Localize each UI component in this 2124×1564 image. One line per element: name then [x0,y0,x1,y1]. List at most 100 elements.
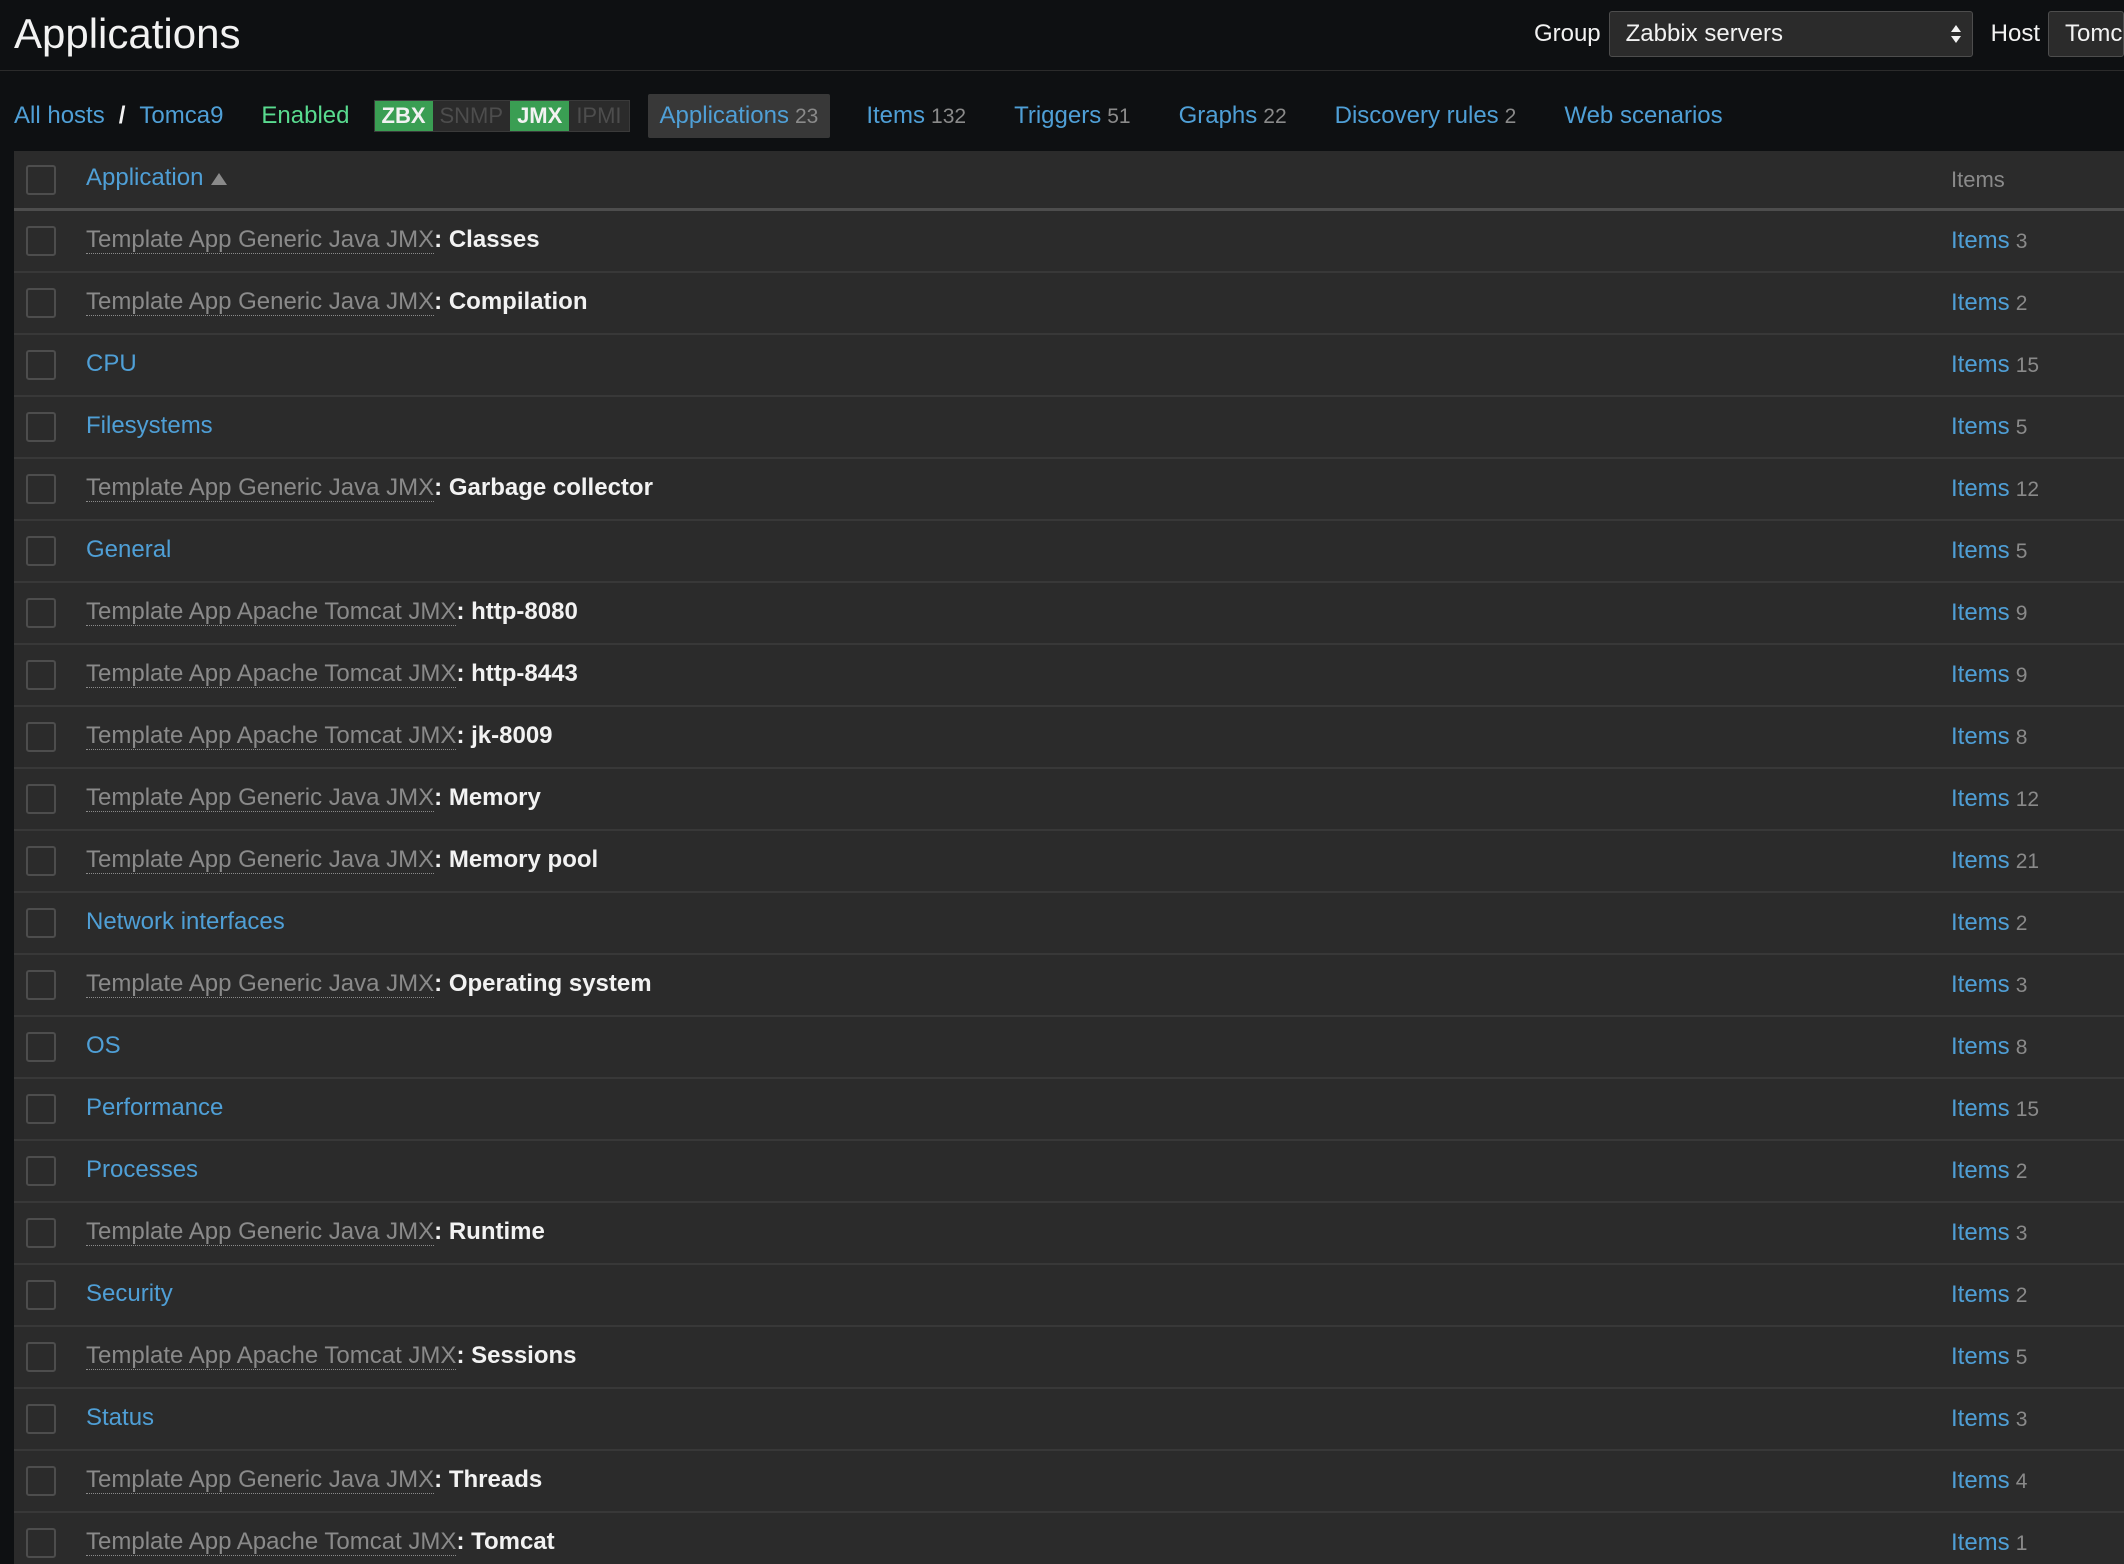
breadcrumb-host[interactable]: Tomca9 [139,102,223,130]
row-checkbox[interactable] [26,1032,56,1062]
items-link[interactable]: Items [1951,1157,2010,1184]
availability-badge-snmp: SNMP [432,101,511,131]
items-cell: Items 1 [1951,1529,2027,1557]
table-row: Security Items 2 [14,1265,2124,1327]
items-link[interactable]: Items [1951,1343,2010,1370]
template-link[interactable]: Template App Apache Tomcat JMX [86,722,457,750]
tab-applications[interactable]: Applications 23 [647,94,831,138]
template-link[interactable]: Template App Generic Java JMX [86,970,435,998]
host-status[interactable]: Enabled [261,102,349,130]
items-cell: Items 2 [1951,1157,2027,1185]
items-link[interactable]: Items [1951,1529,2010,1556]
template-link[interactable]: Template App Generic Java JMX [86,474,435,502]
items-link[interactable]: Items [1951,785,2010,812]
application-cell: Template App Apache Tomcat JMX: Sessions [86,1342,577,1370]
application-name-link[interactable]: Performance [86,1094,223,1121]
items-link[interactable]: Items [1951,351,2010,378]
row-checkbox[interactable] [26,1342,56,1372]
application-name-link[interactable]: Processes [86,1156,198,1183]
row-checkbox[interactable] [26,846,56,876]
items-link[interactable]: Items [1951,1095,2010,1122]
row-checkbox[interactable] [26,660,56,690]
row-checkbox[interactable] [26,226,56,256]
tab-triggers[interactable]: Triggers 51 [1002,94,1143,138]
template-link[interactable]: Template App Apache Tomcat JMX [86,598,457,626]
items-cell: Items 8 [1951,1033,2027,1061]
application-name: http-8443 [471,660,578,687]
template-link[interactable]: Template App Apache Tomcat JMX [86,1528,457,1556]
application-name-link[interactable]: Network interfaces [86,908,285,935]
items-link[interactable]: Items [1951,847,2010,874]
table-row: Template App Generic Java JMX: Threads It… [14,1451,2124,1513]
row-checkbox[interactable] [26,350,56,380]
template-link[interactable]: Template App Generic Java JMX [86,846,435,874]
row-checkbox[interactable] [26,288,56,318]
items-link[interactable]: Items [1951,1467,2010,1494]
items-link[interactable]: Items [1951,537,2010,564]
row-checkbox[interactable] [26,1528,56,1558]
items-count: 15 [2015,1098,2040,1121]
items-link[interactable]: Items [1951,1219,2010,1246]
template-link[interactable]: Template App Generic Java JMX [86,1466,435,1494]
table-row: OS Items 8 [14,1017,2124,1079]
availability-badge-ipmi: IPMI [569,101,629,131]
row-checkbox[interactable] [26,784,56,814]
items-link[interactable]: Items [1951,1033,2010,1060]
items-link[interactable]: Items [1951,227,2010,254]
select-all-checkbox[interactable] [26,164,56,195]
row-checkbox[interactable] [26,1466,56,1496]
group-select-value: Zabbix servers [1625,20,1784,47]
breadcrumb-all-hosts[interactable]: All hosts [14,102,105,130]
application-name-link[interactable]: Status [86,1404,154,1431]
applications-table: Application Items Template App Generic J… [14,151,2124,1564]
application-cell: Processes [86,1156,198,1184]
application-name-link[interactable]: General [86,536,171,563]
row-checkbox[interactable] [26,1218,56,1248]
row-checkbox[interactable] [26,1404,56,1434]
row-checkbox[interactable] [26,970,56,1000]
items-link[interactable]: Items [1951,1405,2010,1432]
items-link[interactable]: Items [1951,909,2010,936]
template-link[interactable]: Template App Generic Java JMX [86,1218,435,1246]
select-arrows-icon [1950,20,1962,48]
items-link[interactable]: Items [1951,475,2010,502]
host-select[interactable]: Tomca9 [2048,11,2124,57]
items-link[interactable]: Items [1951,413,2010,440]
items-count: 9 [2015,602,2028,625]
application-name-link[interactable]: CPU [86,350,137,377]
application-name-link[interactable]: Filesystems [86,412,213,439]
tab-discovery-rules[interactable]: Discovery rules 2 [1323,94,1529,138]
items-link[interactable]: Items [1951,289,2010,316]
template-link[interactable]: Template App Generic Java JMX [86,288,435,316]
items-link[interactable]: Items [1951,723,2010,750]
row-checkbox[interactable] [26,1156,56,1186]
template-link[interactable]: Template App Generic Java JMX [86,226,435,254]
application-name: http-8080 [471,598,578,625]
row-checkbox[interactable] [26,908,56,938]
row-checkbox[interactable] [26,1094,56,1124]
row-checkbox[interactable] [26,536,56,566]
application-name-link[interactable]: OS [86,1032,121,1059]
items-link[interactable]: Items [1951,1281,2010,1308]
template-link[interactable]: Template App Apache Tomcat JMX [86,1342,457,1370]
row-checkbox[interactable] [26,474,56,504]
row-checkbox[interactable] [26,722,56,752]
tab-graphs[interactable]: Graphs 22 [1167,94,1299,138]
tab-items[interactable]: Items 132 [854,94,978,138]
table-row: Template App Generic Java JMX: Operating… [14,955,2124,1017]
template-link[interactable]: Template App Apache Tomcat JMX [86,660,457,688]
application-cell: Network interfaces [86,908,285,936]
items-count: 2 [2015,292,2028,315]
application-name-link[interactable]: Security [86,1280,173,1307]
row-checkbox[interactable] [26,598,56,628]
group-select[interactable]: Zabbix servers [1608,11,1973,57]
row-checkbox[interactable] [26,412,56,442]
template-link[interactable]: Template App Generic Java JMX [86,784,435,812]
row-checkbox[interactable] [26,1280,56,1310]
items-link[interactable]: Items [1951,971,2010,998]
items-link[interactable]: Items [1951,661,2010,688]
tab-web-scenarios[interactable]: Web scenarios [1552,94,1734,138]
column-header-application[interactable]: Application [86,164,228,192]
template-separator: : [434,846,449,873]
items-link[interactable]: Items [1951,599,2010,626]
